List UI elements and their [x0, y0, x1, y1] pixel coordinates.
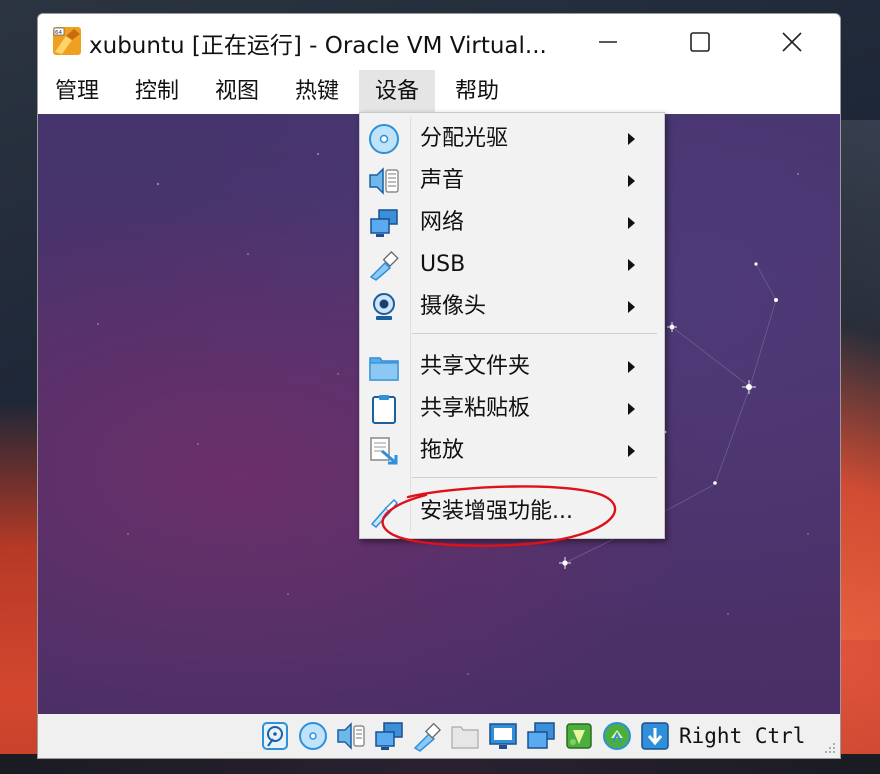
menu-item-shared-folders[interactable]: 共享文件夹 — [360, 346, 664, 388]
virtualbox-app-icon: 64 — [53, 27, 81, 55]
cpu-icon[interactable] — [563, 720, 595, 752]
menu-item-webcam[interactable]: 摄像头 — [360, 286, 664, 328]
network-icon — [370, 209, 398, 237]
menu-item-label: 安装增强功能... — [420, 499, 573, 524]
menu-devices[interactable]: 设备 — [359, 70, 436, 114]
webcam-icon — [373, 293, 395, 320]
title-bar[interactable]: 64 xubuntu [正在运行] - Oracle VM Virtual... — [38, 14, 840, 70]
guest-additions-icon — [370, 498, 398, 528]
submenu-arrow-icon — [628, 361, 635, 373]
submenu-arrow-icon — [628, 175, 635, 187]
audio-icon — [369, 167, 399, 195]
optical-disk-icon[interactable] — [297, 720, 329, 752]
menu-item-label: 拖放 — [420, 438, 465, 463]
menu-item-install-guest-additions[interactable]: 安装增强功能... — [360, 491, 664, 533]
menu-item-label: 共享粘贴板 — [420, 396, 531, 421]
menu-help[interactable]: 帮助 — [439, 70, 515, 114]
submenu-arrow-icon — [628, 217, 635, 229]
menu-item-shared-clipboard[interactable]: 共享粘贴板 — [360, 388, 664, 430]
menu-item-optical-drives[interactable]: 分配光驱 — [360, 118, 664, 160]
menu-machine[interactable]: 管理 — [39, 70, 115, 114]
display-icon[interactable] — [487, 720, 519, 752]
menu-item-audio[interactable]: 声音 — [360, 160, 664, 202]
menu-item-label: 分配光驱 — [420, 126, 509, 151]
maximize-icon — [690, 32, 710, 52]
menu-item-label: 网络 — [420, 210, 465, 235]
audio-icon[interactable] — [335, 720, 367, 752]
submenu-arrow-icon — [628, 301, 635, 313]
drag-drop-icon — [370, 437, 398, 465]
host-key-label: Right Ctrl — [679, 724, 806, 748]
resize-grip-icon[interactable] — [822, 740, 836, 754]
menu-hotkeys[interactable]: 热键 — [279, 70, 355, 114]
menu-item-label: 摄像头 — [420, 294, 487, 319]
close-icon — [782, 32, 802, 52]
network-icon[interactable] — [373, 720, 405, 752]
menu-control[interactable]: 控制 — [119, 70, 195, 114]
svg-text:64: 64 — [55, 30, 62, 36]
menu-item-label: USB — [420, 252, 466, 277]
shared-folder-icon[interactable] — [449, 720, 481, 752]
menu-item-label: 共享文件夹 — [420, 354, 531, 379]
status-bar: Right Ctrl — [38, 714, 840, 758]
submenu-arrow-icon — [628, 445, 635, 457]
menu-item-drag-and-drop[interactable]: 拖放 — [360, 430, 664, 472]
menu-item-label: 声音 — [420, 168, 465, 193]
close-button[interactable] — [769, 22, 815, 62]
devices-dropdown-menu: 分配光驱 声音 网络 USB 摄像头 共享文件夹 共享粘贴板 拖放 安装增强功能… — [359, 112, 665, 539]
keyboard-icon[interactable] — [639, 720, 671, 752]
optical-disk-icon — [369, 124, 399, 154]
menu-item-usb[interactable]: USB — [360, 244, 664, 286]
menu-item-network[interactable]: 网络 — [360, 202, 664, 244]
submenu-arrow-icon — [628, 259, 635, 271]
clipboard-icon — [372, 395, 396, 424]
usb-icon — [369, 251, 399, 281]
menu-separator — [412, 333, 657, 334]
usb-icon[interactable] — [411, 720, 443, 752]
menu-bar: 管理 控制 视图 热键 设备 帮助 — [38, 70, 840, 114]
menu-view[interactable]: 视图 — [199, 70, 275, 114]
minimize-icon — [599, 41, 617, 43]
minimize-button[interactable] — [585, 22, 631, 62]
menu-separator — [412, 477, 657, 478]
shared-folder-icon — [369, 357, 399, 381]
mouse-integration-icon[interactable] — [601, 720, 633, 752]
hard-disk-icon[interactable] — [259, 720, 291, 752]
submenu-arrow-icon — [628, 403, 635, 415]
maximize-button[interactable] — [677, 22, 723, 62]
submenu-arrow-icon — [628, 133, 635, 145]
window-title: xubuntu [正在运行] - Oracle VM Virtual... — [89, 33, 547, 59]
video-capture-icon[interactable] — [525, 720, 557, 752]
